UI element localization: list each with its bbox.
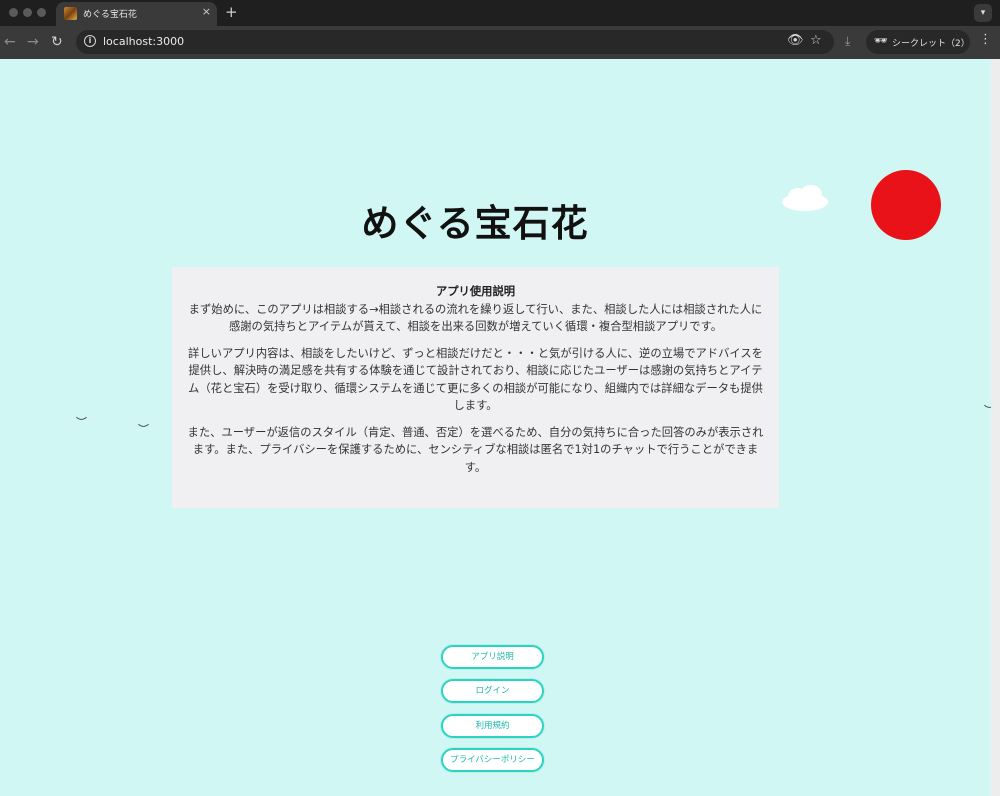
bird-decoration: ︶ [76, 416, 87, 429]
tab-close-icon[interactable]: × [202, 5, 211, 18]
tab-title: めぐる宝石花 [83, 10, 137, 20]
bird-decoration: ︶ [138, 423, 149, 436]
page-viewport: ︶ ︶ ︶ めぐる宝石花 アプリ使用説明 まず始めに、このアプリは相談する→相談… [0, 59, 1000, 796]
login-button[interactable]: ログイン [441, 679, 544, 703]
kebab-menu-icon[interactable]: ⋮ [979, 32, 992, 47]
incognito-icon: 🕶 [874, 34, 888, 47]
chevron-down-icon[interactable]: ▾ [974, 4, 992, 22]
description-paragraph: まず始めに、このアプリは相談する→相談されるの流れを繰り返して行い、また、相談し… [188, 302, 763, 334]
browser-tab-bar: めぐる宝石花 × + ▾ [0, 0, 1000, 26]
download-icon[interactable]: ⤓ [845, 34, 850, 49]
address-bar[interactable]: i localhost:3000 👁 ☆ [76, 30, 834, 54]
page-title: めぐる宝石花 [361, 202, 589, 245]
minimize-window-dot[interactable] [23, 8, 32, 17]
browser-toolbar: ← → ↻ i localhost:3000 👁 ☆ ⤓ 🕶 シークレット（2）… [0, 26, 1000, 59]
star-icon[interactable]: ☆ [810, 33, 822, 48]
app-description-card: アプリ使用説明 まず始めに、このアプリは相談する→相談されるの流れを繰り返して行… [172, 267, 779, 508]
favicon-icon [64, 7, 77, 20]
eye-icon[interactable]: 👁 [787, 33, 804, 48]
app-description-button[interactable]: アプリ説明 [441, 645, 544, 669]
info-icon[interactable]: i [84, 35, 96, 47]
description-paragraph: また、ユーザーが返信のスタイル（肯定、普通、否定）を選べるため、自分の気持ちに合… [187, 425, 764, 474]
zoom-window-dot[interactable] [37, 8, 46, 17]
url-text[interactable]: localhost:3000 [103, 35, 184, 48]
privacy-policy-button[interactable]: プライバシーポリシー [441, 748, 544, 772]
terms-button[interactable]: 利用規約 [441, 714, 544, 738]
card-heading: アプリ使用説明 [435, 285, 516, 298]
reload-icon[interactable]: ↻ [51, 34, 63, 50]
incognito-indicator[interactable]: 🕶 シークレット（2） [866, 30, 970, 54]
incognito-label: シークレット（2） [892, 39, 970, 49]
close-window-dot[interactable] [9, 8, 18, 17]
browser-tab-active[interactable]: めぐる宝石花 × [56, 2, 217, 26]
scrollbar[interactable] [991, 59, 1000, 796]
forward-icon[interactable]: → [27, 34, 39, 50]
description-paragraph: 詳しいアプリ内容は、相談をしたいけど、ずっと相談だけだと・・・と気が引ける人に、… [188, 346, 763, 413]
new-tab-button[interactable]: + [225, 3, 238, 21]
back-icon[interactable]: ← [4, 34, 16, 50]
